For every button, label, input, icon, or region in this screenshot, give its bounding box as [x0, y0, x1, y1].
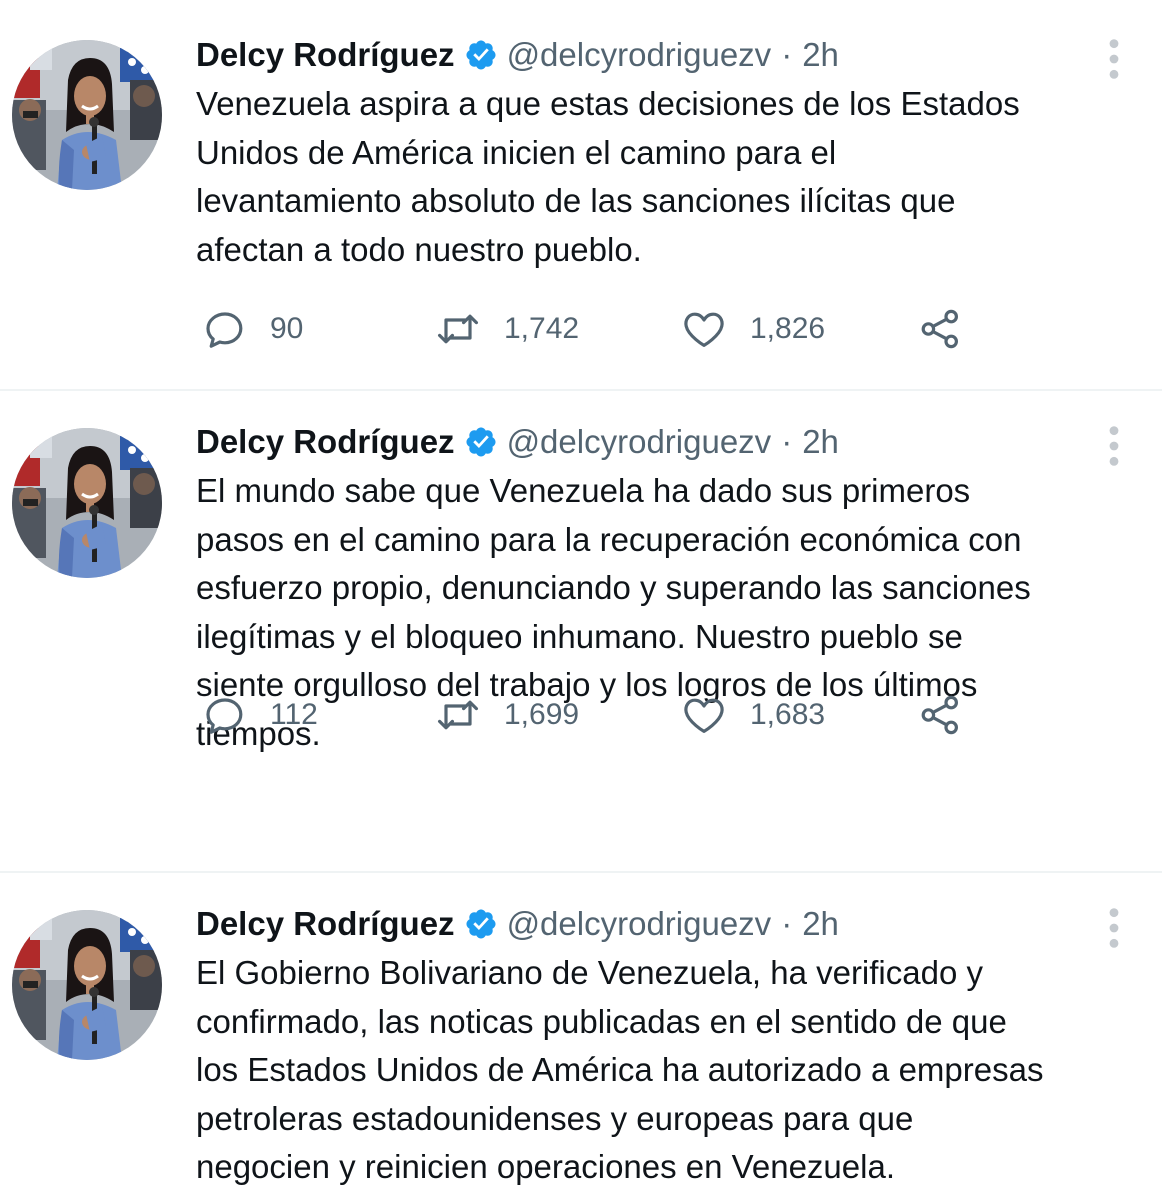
like-count: 1,826 [750, 312, 826, 345]
tweet-text: El Gobierno Bolivariano de Venezuela, ha… [196, 954, 1044, 1185]
separator-dot: · [781, 905, 793, 942]
author-handle[interactable]: @delcyrodriguezv [507, 423, 772, 461]
share-icon [916, 691, 964, 739]
share-icon [916, 305, 964, 353]
author-name[interactable]: Delcy Rodríguez [196, 36, 455, 74]
retweet-icon [434, 691, 482, 739]
verified-badge-icon [464, 38, 498, 72]
tweet-body: Delcy Rodríguez @delcyrodriguezv · 2h Ve… [196, 30, 1112, 274]
author-name[interactable]: Delcy Rodríguez [196, 423, 455, 461]
more-icon[interactable] [1102, 36, 1126, 82]
more-icon[interactable] [1102, 905, 1126, 951]
author-name[interactable]: Delcy Rodríguez [196, 905, 455, 943]
separator-dot: · [781, 423, 793, 460]
retweet-count: 1,699 [504, 698, 580, 731]
tweet-actions: 90 1,742 1,826 [196, 305, 1162, 353]
retweet-count: 1,742 [504, 312, 580, 345]
author-handle[interactable]: @delcyrodriguezv [507, 905, 772, 943]
verified-badge-icon [464, 907, 498, 941]
timeline-feed: Delcy Rodríguez @delcyrodriguezv · 2h Ve… [0, 0, 1162, 1200]
reply-button[interactable]: 90 [200, 305, 303, 353]
like-button[interactable]: 1,683 [680, 691, 825, 739]
tweet-actions: 112 1,699 1,683 [196, 691, 1162, 739]
retweet-button[interactable]: 1,699 [434, 691, 579, 739]
tweet-timestamp[interactable]: 2h [802, 905, 839, 943]
like-icon [680, 691, 728, 739]
avatar[interactable] [12, 428, 162, 578]
more-icon[interactable] [1102, 423, 1126, 469]
tweet[interactable]: Delcy Rodríguez @delcyrodriguezv · 2h El… [0, 389, 1162, 871]
share-button[interactable] [916, 691, 964, 739]
author-handle[interactable]: @delcyrodriguezv [507, 36, 772, 74]
tweet-timestamp[interactable]: 2h [802, 36, 839, 74]
reply-count: 112 [270, 698, 318, 731]
tweet-body: Delcy Rodríguez @delcyrodriguezv · 2h El… [196, 899, 1112, 1192]
tweet-header: Delcy Rodríguez @delcyrodriguezv · 2h [196, 899, 1112, 949]
tweet-timestamp[interactable]: 2h [802, 423, 839, 461]
avatar[interactable] [12, 40, 162, 190]
retweet-button[interactable]: 1,742 [434, 305, 579, 353]
retweet-icon [434, 305, 482, 353]
tweet-text: Venezuela aspira a que estas decisiones … [196, 85, 1020, 268]
reply-button[interactable]: 112 [200, 691, 318, 739]
reply-icon [200, 691, 248, 739]
avatar[interactable] [12, 910, 162, 1060]
share-button[interactable] [916, 305, 964, 353]
verified-badge-icon [464, 425, 498, 459]
tweet[interactable]: Delcy Rodríguez @delcyrodriguezv · 2h El… [0, 871, 1162, 1200]
like-button[interactable]: 1,826 [680, 305, 825, 353]
tweet-header: Delcy Rodríguez @delcyrodriguezv · 2h [196, 30, 1112, 80]
reply-count: 90 [270, 312, 304, 345]
like-count: 1,683 [750, 698, 826, 731]
separator-dot: · [781, 36, 793, 73]
tweet[interactable]: Delcy Rodríguez @delcyrodriguezv · 2h Ve… [0, 0, 1162, 389]
like-icon [680, 305, 728, 353]
reply-icon [200, 305, 248, 353]
tweet-header: Delcy Rodríguez @delcyrodriguezv · 2h [196, 417, 1112, 467]
